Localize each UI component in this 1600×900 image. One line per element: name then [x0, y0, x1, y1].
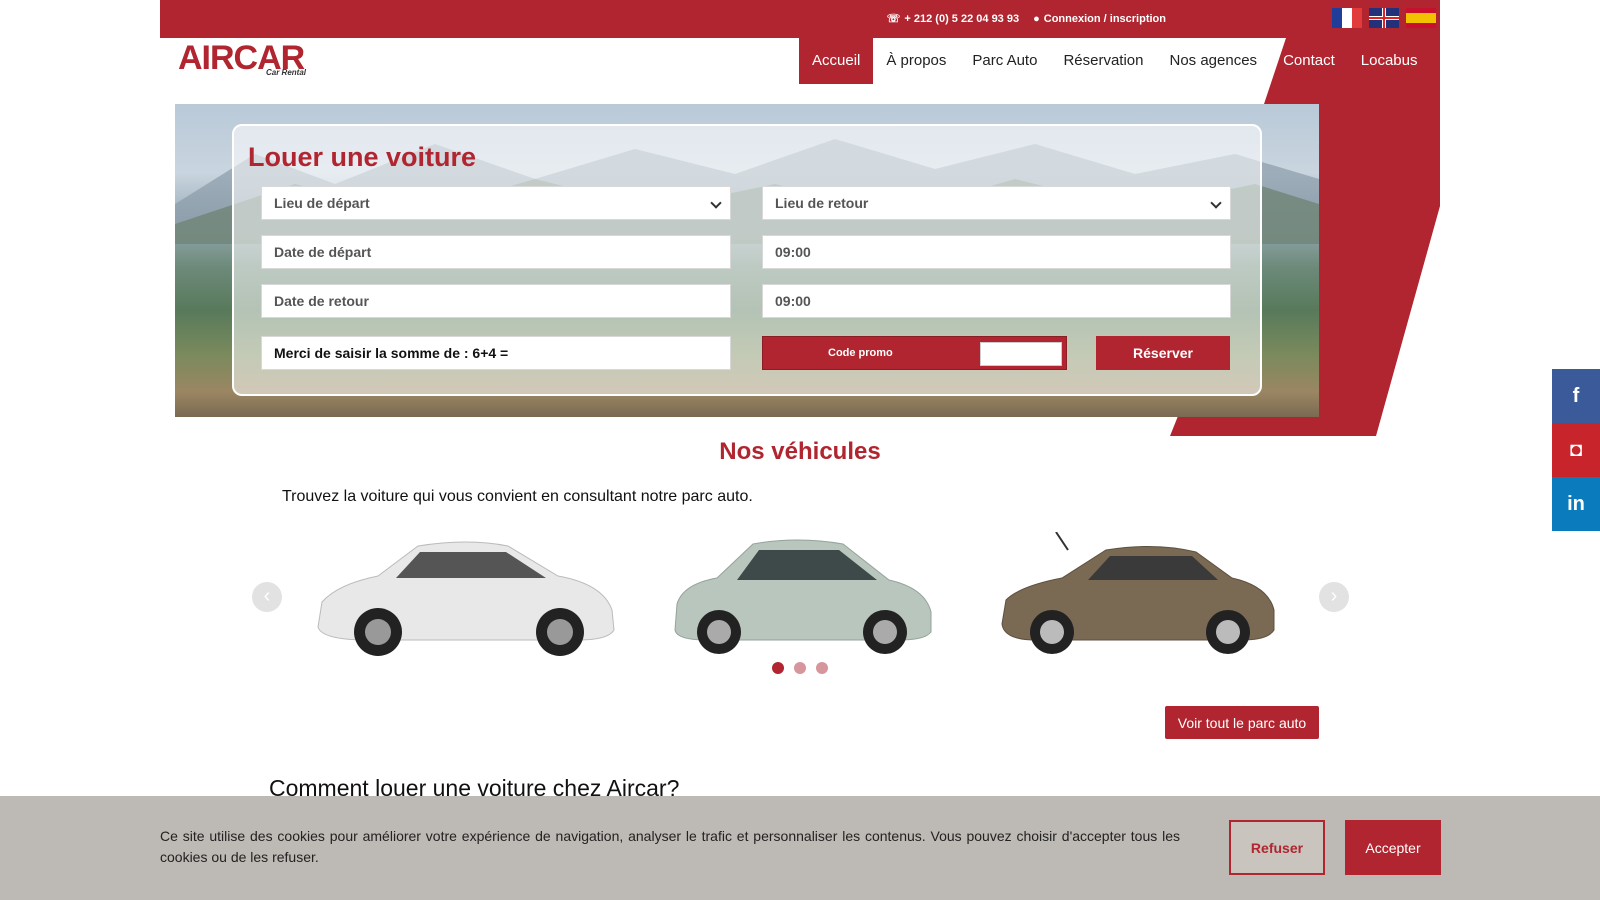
cookie-accept-button[interactable]: Accepter [1345, 820, 1441, 875]
carousel-dot-3[interactable] [816, 662, 828, 674]
login-label: Connexion / inscription [1043, 12, 1166, 25]
booking-title: Louer une voiture [248, 142, 477, 172]
nav-item-contact[interactable]: Contact [1270, 38, 1348, 84]
promo-code-input[interactable] [980, 342, 1062, 366]
return-date-input[interactable]: Date de retour [261, 284, 731, 318]
carousel-dot-2[interactable] [794, 662, 806, 674]
nav-item-reservation[interactable]: Réservation [1050, 38, 1156, 84]
pickup-location-value: Lieu de départ [274, 195, 370, 211]
return-time-input[interactable]: 09:00 [762, 284, 1231, 318]
return-date-placeholder: Date de retour [274, 293, 369, 309]
flag-es-icon[interactable] [1406, 8, 1436, 28]
flag-uk-icon[interactable] [1369, 8, 1399, 28]
language-switcher [1332, 8, 1436, 28]
return-location-select[interactable]: Lieu de retour [762, 186, 1231, 220]
return-location-value: Lieu de retour [775, 195, 869, 211]
captcha-input[interactable]: Merci de saisir la somme de : 6+4 = [261, 336, 731, 370]
vehicles-subtitle: Trouvez la voiture qui vous convient en … [282, 488, 753, 505]
hero-banner: Louer une voiture Lieu de départ Lieu de… [175, 104, 1319, 417]
booking-form: Louer une voiture Lieu de départ Lieu de… [232, 124, 1262, 396]
nav-item-accueil[interactable]: Accueil [799, 38, 874, 84]
user-icon: ● [1033, 12, 1040, 25]
nav-item-a-propos[interactable]: À propos [873, 38, 959, 84]
carousel-dots [772, 662, 828, 674]
car-white-hatchback[interactable] [308, 532, 620, 662]
pickup-location-select[interactable]: Lieu de départ [261, 186, 731, 220]
car-mint-city-car[interactable] [667, 532, 937, 662]
login-link[interactable]: ● Connexion / inscription [1033, 12, 1166, 25]
pickup-date-placeholder: Date de départ [274, 244, 372, 260]
flag-fr-icon[interactable] [1332, 8, 1362, 28]
nav-item-parc-auto[interactable]: Parc Auto [959, 38, 1050, 84]
nav-item-nos-agences[interactable]: Nos agences [1157, 38, 1271, 84]
pickup-date-input[interactable]: Date de départ [261, 235, 731, 269]
logo[interactable]: AIRCAR Car Rental [178, 38, 310, 78]
captcha-label: Merci de saisir la somme de : 6+4 = [274, 345, 509, 361]
cookie-text: Ce site utilise des cookies pour amélior… [160, 828, 1180, 865]
phone-number: + 212 (0) 5 22 04 93 93 [904, 12, 1020, 25]
logo-tagline: Car Rental [265, 68, 306, 77]
facebook-icon[interactable]: f [1552, 369, 1600, 423]
pickup-time-value: 09:00 [775, 244, 811, 260]
promo-code-label: Code promo [828, 347, 893, 359]
instagram-icon[interactable]: ◘ [1552, 423, 1600, 477]
carousel-next-button[interactable]: › [1319, 582, 1349, 612]
main-nav: Accueil À propos Parc Auto Réservation N… [799, 38, 1430, 84]
phone-link[interactable]: ☏ + 212 (0) 5 22 04 93 93 [886, 12, 1020, 26]
linkedin-icon[interactable]: in [1552, 477, 1600, 531]
carousel-prev-button[interactable]: ‹ [252, 582, 282, 612]
return-time-value: 09:00 [775, 293, 811, 309]
car-bronze-sedan[interactable] [996, 532, 1278, 662]
view-fleet-button[interactable]: Voir tout le parc auto [1165, 706, 1319, 739]
carousel-dot-1[interactable] [772, 662, 784, 674]
promo-code-box: Code promo [762, 336, 1067, 370]
vehicles-title: Nos véhicules [719, 438, 881, 465]
reserve-button[interactable]: Réserver [1096, 336, 1230, 370]
nav-item-locabus[interactable]: Locabus [1348, 38, 1431, 84]
pickup-time-input[interactable]: 09:00 [762, 235, 1231, 269]
top-contact: ☏ + 212 (0) 5 22 04 93 93 ● Connexion / … [886, 12, 1166, 26]
top-bar: ☏ + 212 (0) 5 22 04 93 93 ● Connexion / … [160, 0, 1440, 38]
phone-icon: ☏ [886, 13, 901, 25]
cookie-refuse-button[interactable]: Refuser [1229, 820, 1325, 875]
